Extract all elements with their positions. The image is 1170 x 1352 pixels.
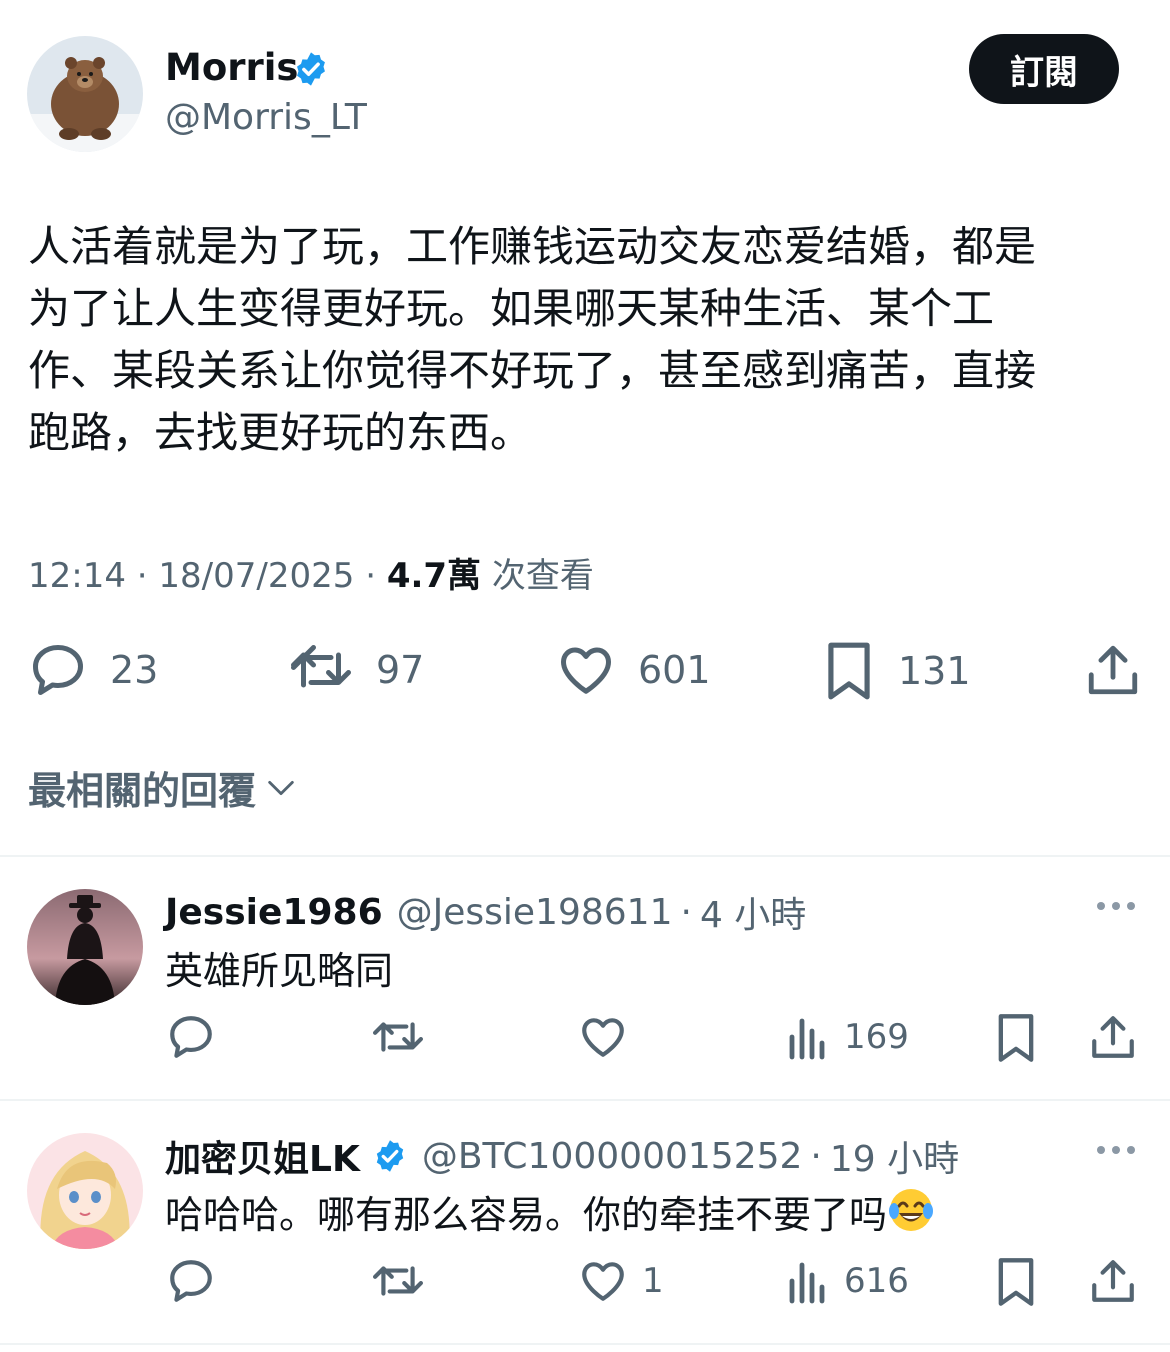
author-handle[interactable]: @Morris_LT bbox=[165, 97, 367, 138]
tweet-meta: 12:14 · 18/07/2025 · 4.7萬 次查看 bbox=[28, 548, 594, 597]
author-avatar[interactable] bbox=[27, 36, 143, 152]
reply-avatar[interactable] bbox=[27, 889, 143, 1005]
replies-sort-dropdown[interactable]: 最相關的回覆 bbox=[28, 760, 298, 815]
meta-separator: · bbox=[136, 556, 159, 596]
views-chart-icon bbox=[786, 1256, 830, 1306]
bookmark-action[interactable] bbox=[994, 1256, 1038, 1308]
meta-separator: · bbox=[810, 1135, 822, 1177]
reply-author-name[interactable]: 加密贝姐LK bbox=[165, 1130, 360, 1182]
views-count: 616 bbox=[844, 1261, 909, 1301]
reply-author-name[interactable]: Jessie1986 bbox=[165, 892, 383, 933]
repost-icon bbox=[370, 1256, 426, 1306]
like-action[interactable] bbox=[578, 1012, 642, 1062]
meta-separator: · bbox=[680, 891, 692, 933]
replies-sort-label: 最相關的回覆 bbox=[28, 769, 257, 813]
chevron-down-icon bbox=[264, 771, 298, 805]
repost-icon bbox=[288, 640, 354, 700]
tweet-text-line: 为了让人生变得更好玩。如果哪天某种生活、某个工 bbox=[28, 284, 995, 333]
author-name[interactable]: Morris bbox=[165, 46, 298, 89]
repost-action[interactable]: 97 bbox=[288, 640, 424, 700]
reply-time[interactable]: 19 小時 bbox=[830, 1130, 959, 1182]
tweet-date[interactable]: 18/07/2025 bbox=[158, 556, 354, 596]
like-count: 601 bbox=[638, 648, 711, 692]
reply-avatar[interactable] bbox=[27, 1133, 143, 1249]
verified-badge-icon bbox=[372, 1138, 408, 1174]
reply-author-handle[interactable]: @BTC100000015252 bbox=[422, 1136, 803, 1177]
views-action[interactable]: 616 bbox=[786, 1256, 909, 1306]
divider bbox=[0, 1343, 1170, 1345]
like-count: 1 bbox=[642, 1261, 664, 1301]
bookmark-action[interactable]: 131 bbox=[822, 640, 971, 702]
heart-icon bbox=[578, 1256, 628, 1306]
bookmark-action[interactable] bbox=[994, 1012, 1038, 1064]
subscribe-button[interactable]: 訂閱 bbox=[969, 34, 1119, 104]
bookmark-icon bbox=[994, 1256, 1038, 1308]
reply-icon bbox=[166, 1012, 216, 1062]
tweet-text-line: 作、某段关系让你觉得不好玩了，甚至感到痛苦，直接 bbox=[28, 346, 1037, 395]
views-count: 169 bbox=[844, 1017, 909, 1057]
share-icon bbox=[1088, 1012, 1138, 1062]
views-label: 次查看 bbox=[491, 556, 594, 596]
share-icon bbox=[1088, 1256, 1138, 1306]
repost-action[interactable] bbox=[370, 1012, 426, 1062]
bookmark-icon bbox=[994, 1012, 1038, 1064]
bookmark-icon bbox=[822, 640, 876, 702]
tweet-time[interactable]: 12:14 bbox=[28, 556, 126, 596]
reply-count: 23 bbox=[110, 648, 159, 692]
tweet-text-line: 人活着就是为了玩，工作赚钱运动交友恋爱结婚，都是 bbox=[28, 222, 1037, 271]
verified-badge-icon bbox=[292, 50, 330, 92]
reply-text: 哈哈哈。哪有那么容易。你的牵挂不要了吗 bbox=[165, 1184, 935, 1243]
reply-icon bbox=[166, 1256, 216, 1306]
reply-text-content: 哈哈哈。哪有那么容易。你的牵挂不要了吗 bbox=[165, 1193, 888, 1237]
reply-time[interactable]: 4 小時 bbox=[700, 886, 806, 938]
like-action[interactable]: 1 bbox=[578, 1256, 664, 1306]
share-icon bbox=[1084, 640, 1142, 700]
share-action[interactable] bbox=[1088, 1256, 1138, 1306]
share-action[interactable] bbox=[1084, 640, 1142, 700]
more-options-icon[interactable] bbox=[1094, 896, 1138, 920]
reply-text: 英雄所见略同 bbox=[165, 949, 394, 993]
tweet-text-line: 跑路，去找更好玩的东西。 bbox=[28, 408, 533, 457]
like-action[interactable]: 601 bbox=[556, 640, 711, 700]
views-count: 4.7萬 bbox=[386, 556, 482, 596]
more-options-icon[interactable] bbox=[1094, 1140, 1138, 1164]
reply-action[interactable] bbox=[166, 1256, 216, 1306]
heart-icon bbox=[578, 1012, 628, 1062]
reply-action[interactable]: 23 bbox=[28, 640, 158, 700]
bookmark-count: 131 bbox=[898, 649, 971, 693]
reply-header: Jessie1986 @Jessie198611 · 4 小時 bbox=[165, 886, 806, 938]
repost-count: 97 bbox=[376, 648, 425, 692]
views-chart-icon bbox=[786, 1012, 830, 1062]
reply-action[interactable] bbox=[166, 1012, 216, 1062]
heart-icon bbox=[556, 640, 616, 700]
reply-icon bbox=[28, 640, 88, 700]
repost-action[interactable] bbox=[370, 1256, 426, 1306]
meta-separator: · bbox=[365, 556, 387, 596]
divider bbox=[0, 1099, 1170, 1101]
repost-icon bbox=[370, 1012, 426, 1062]
tweet-text: 人活着就是为了玩，工作赚钱运动交友恋爱结婚，都是 为了让人生变得更好玩。如果哪天… bbox=[28, 216, 1138, 464]
divider bbox=[0, 855, 1170, 857]
face-with-tears-of-joy-icon bbox=[887, 1186, 935, 1243]
share-action[interactable] bbox=[1088, 1012, 1138, 1062]
views-action[interactable]: 169 bbox=[786, 1012, 909, 1062]
reply-header: 加密贝姐LK @BTC100000015252 · 19 小時 bbox=[165, 1130, 959, 1182]
reply-author-handle[interactable]: @Jessie198611 bbox=[397, 892, 673, 933]
